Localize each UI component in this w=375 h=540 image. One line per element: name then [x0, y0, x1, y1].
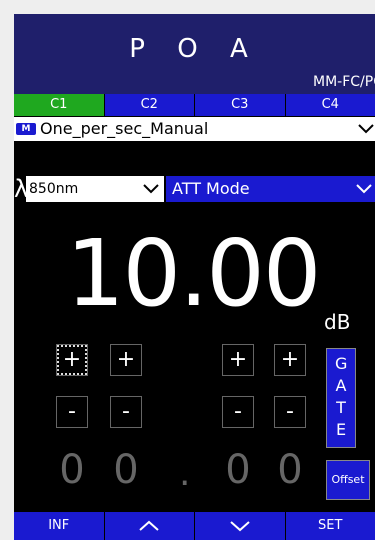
digit-tenths: 0 [225, 447, 251, 493]
minus-button-tenths[interactable]: - [222, 396, 254, 428]
mode-selector[interactable]: M One_per_sec_Manual [14, 117, 375, 141]
set-button[interactable]: SET [284, 512, 375, 540]
tab-c2[interactable]: C2 [103, 94, 194, 116]
minus-button-hundredths[interactable]: - [274, 396, 306, 428]
attenuation-unit: dB [324, 310, 351, 334]
bottom-toolbar: INF SET [14, 512, 375, 540]
plus-button-hundredths[interactable]: + [274, 344, 306, 376]
mode-badge: M [16, 123, 36, 135]
digit-tens: 0 [59, 447, 85, 493]
tab-c1[interactable]: C1 [14, 94, 104, 116]
att-mode-label: ATT Mode [172, 179, 250, 198]
digit-hundredths: 0 [277, 447, 303, 493]
chevron-down-icon [355, 183, 373, 195]
minus-button-ones[interactable]: - [110, 396, 142, 428]
up-button[interactable] [103, 512, 195, 540]
inf-button[interactable]: INF [14, 512, 104, 540]
minus-button-tens[interactable]: - [56, 396, 88, 428]
chevron-down-icon [230, 521, 250, 532]
digit-ones: 0 [113, 447, 139, 493]
chevron-down-icon [357, 123, 375, 135]
plus-button-tenths[interactable]: + [222, 344, 254, 376]
chevron-down-icon [142, 183, 160, 195]
device-screen: P O A MM-FC/PC C1 C2 C3 C4 M One_per_sec… [14, 14, 375, 540]
wavelength-select[interactable]: 850nm [26, 176, 164, 202]
gate-label: GATE [335, 354, 348, 439]
chevron-up-icon [139, 520, 159, 531]
attenuation-value: 10.00 [66, 220, 321, 327]
channel-tabs: C1 C2 C3 C4 [14, 94, 375, 116]
header-bar: P O A MM-FC/PC [14, 14, 375, 94]
decimal-point: . [179, 453, 191, 494]
plus-button-ones[interactable]: + [110, 344, 142, 376]
offset-button[interactable]: Offset [326, 460, 370, 500]
att-mode-select[interactable]: ATT Mode [166, 176, 375, 202]
page-title: P O A [129, 34, 260, 64]
tab-c4[interactable]: C4 [284, 94, 375, 116]
connector-type: MM-FC/PC [313, 74, 375, 90]
gate-button[interactable]: GATE [326, 348, 356, 448]
wavelength-icon: λ [14, 175, 29, 203]
tab-c3[interactable]: C3 [194, 94, 285, 116]
mode-label: One_per_sec_Manual [40, 119, 209, 138]
plus-button-tens[interactable]: + [56, 344, 88, 376]
wavelength-value: 850nm [29, 181, 79, 197]
down-button[interactable] [194, 512, 285, 540]
